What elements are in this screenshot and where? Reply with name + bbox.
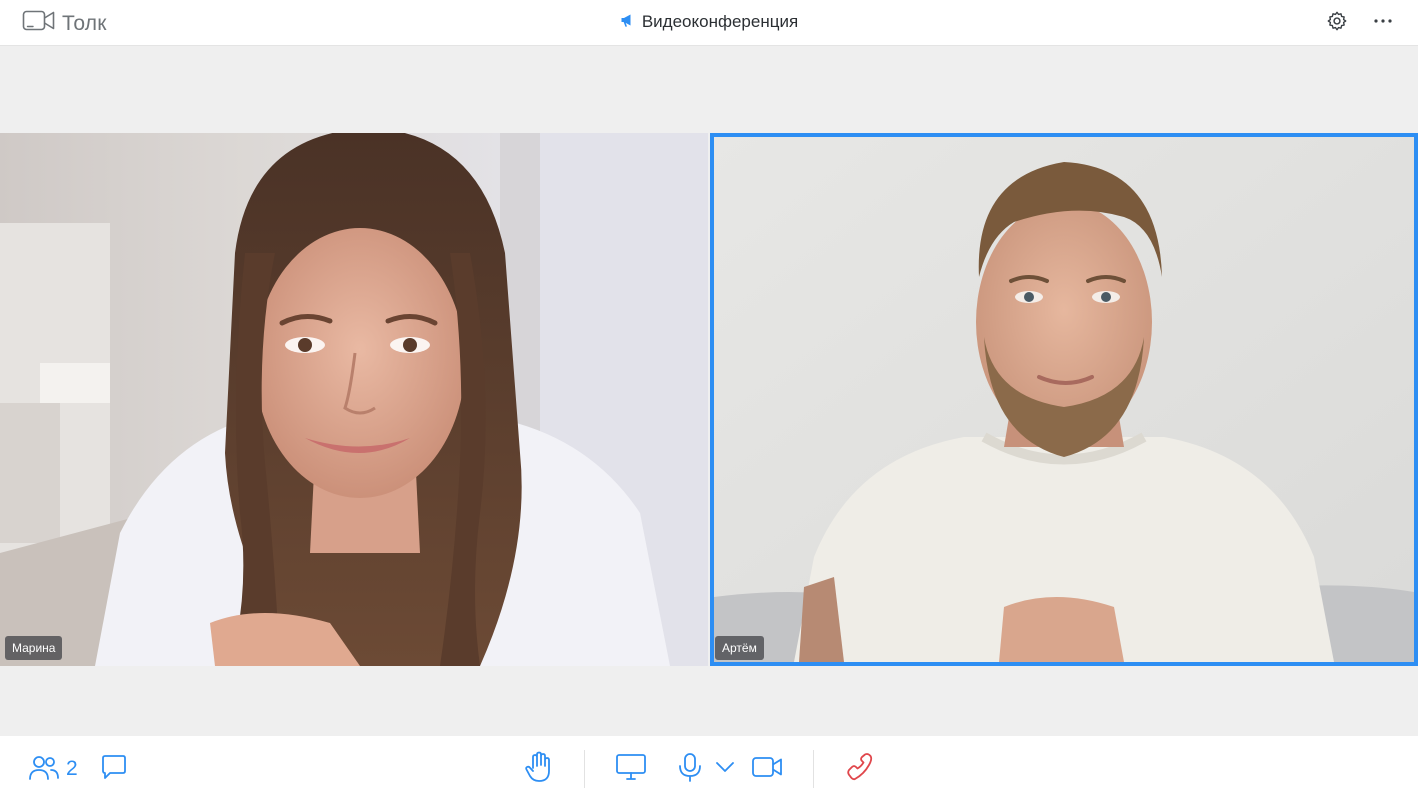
participants-count: 2 [66, 757, 78, 780]
participant-video [0, 133, 708, 666]
microphone-button[interactable] [677, 752, 703, 786]
more-button[interactable] [1370, 10, 1396, 36]
end-call-button[interactable] [844, 752, 874, 786]
gear-icon [1326, 10, 1348, 37]
call-toolbar: 2 [0, 736, 1418, 798]
phone-hangup-icon [844, 752, 874, 787]
more-dots-icon [1372, 10, 1394, 37]
participant-name-tag: Артём [715, 636, 764, 660]
mic-options-button[interactable] [715, 752, 735, 786]
conference-title: Видеоконференция [0, 12, 1418, 32]
toolbar-divider [813, 750, 814, 788]
chat-icon [100, 753, 128, 786]
raise-hand-button[interactable] [524, 751, 554, 788]
settings-button[interactable] [1324, 10, 1350, 36]
monitor-icon [615, 753, 647, 786]
megaphone-icon [620, 13, 634, 32]
page-title: Видеоконференция [641, 12, 799, 31]
video-tile-artem[interactable]: Артём [710, 133, 1418, 666]
chat-button[interactable] [100, 752, 128, 786]
toolbar-divider [584, 750, 585, 788]
participant-video [714, 137, 1414, 662]
top-bar: Толк Видеоконференция [0, 0, 1418, 46]
hand-icon [524, 751, 554, 788]
participant-name-tag: Марина [5, 636, 63, 660]
video-tile-marina[interactable]: Марина [0, 133, 708, 666]
camera-toggle-button[interactable] [751, 752, 783, 786]
microphone-icon [677, 752, 703, 787]
screen-share-button[interactable] [615, 752, 647, 786]
chevron-down-icon [715, 760, 735, 779]
participants-button[interactable]: 2 [28, 753, 78, 786]
video-camera-icon [751, 755, 783, 784]
video-stage: Марина Артём [0, 46, 1418, 736]
people-icon [28, 753, 60, 786]
